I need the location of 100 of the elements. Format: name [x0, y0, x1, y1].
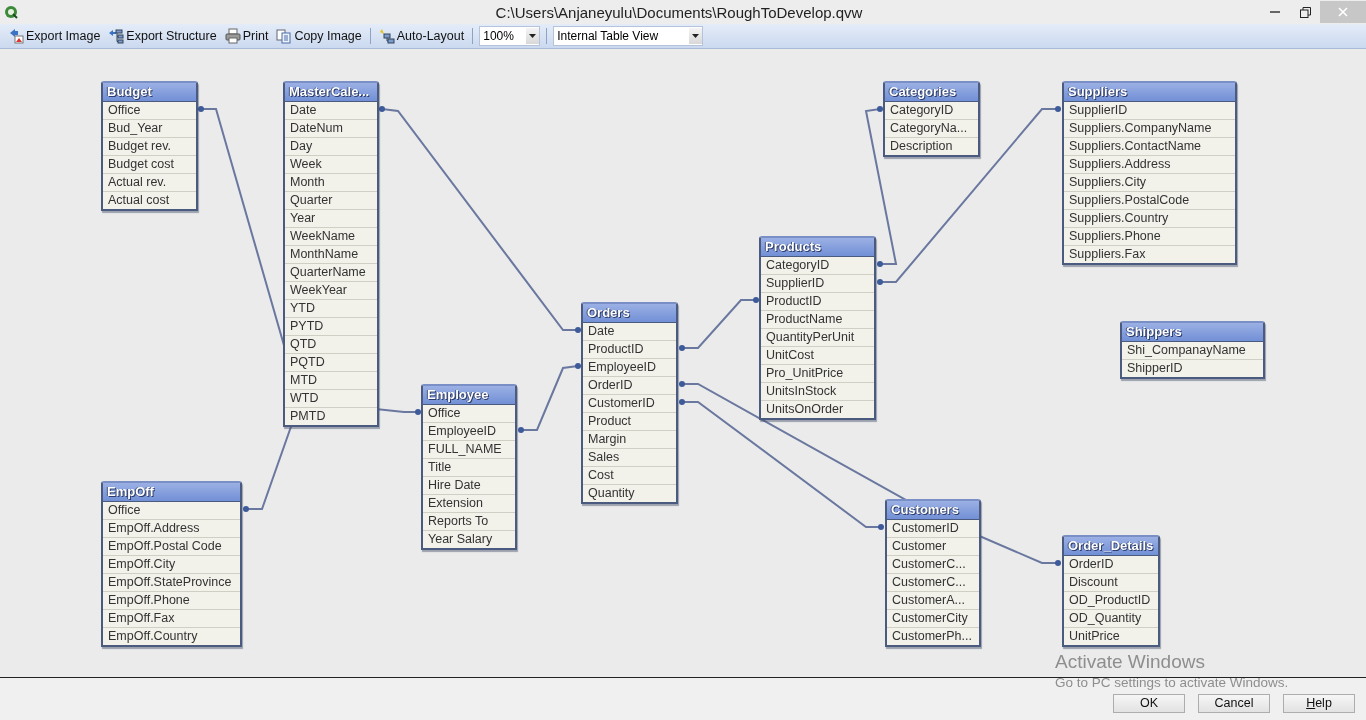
- field-row: Date: [583, 323, 676, 341]
- field-row: UnitsInStock: [761, 383, 874, 401]
- field-row: EmployeeID: [423, 423, 515, 441]
- app-logo-icon: [4, 5, 18, 19]
- table-title: EmpOff: [103, 483, 240, 502]
- field-row: DateNum: [285, 120, 377, 138]
- field-row: Pro_UnitPrice: [761, 365, 874, 383]
- field-row-text: Description: [889, 138, 954, 155]
- table-title: Budget: [103, 83, 196, 102]
- field-row: Date: [285, 102, 377, 120]
- table-title: Shippers: [1122, 323, 1263, 342]
- table-title: Customers: [887, 501, 979, 520]
- table-box[interactable]: Budget Office Bud_Year Budget rev. Budget cost Actual rev. Actual cost: [101, 81, 198, 211]
- field-row: PYTD: [285, 318, 377, 336]
- field-row: OrderID: [583, 377, 676, 395]
- table-box[interactable]: Categories CategoryID CategoryNa... Description: [883, 81, 980, 157]
- field-row-text: UnitsOnOrder: [765, 401, 845, 418]
- field-row: Year: [285, 210, 377, 228]
- field-row-text: CustomerPh...: [891, 628, 973, 645]
- field-row: UnitCost: [761, 347, 874, 365]
- toolbar-button[interactable]: Print: [222, 26, 271, 46]
- connector-line: [518, 363, 581, 433]
- table-title: Employee: [423, 386, 515, 405]
- field-row: Cost: [583, 467, 676, 485]
- field-row: PQTD: [285, 354, 377, 372]
- table-box[interactable]: MasterCale... Date DateNum Day Week Month Quarter Year WeekName MonthName QuarterName WeekYear YTD PYTD QTD PQTD MTD WTD PMTD: [283, 81, 379, 427]
- field-row: ProductID: [761, 293, 874, 311]
- toolbar-button[interactable]: Auto-Layout: [376, 26, 467, 46]
- activation-notice-title: Activate Windows: [1055, 651, 1206, 673]
- field-row: EmpOff.Address: [103, 520, 240, 538]
- field-row: EmpOff.Postal Code: [103, 538, 240, 556]
- field-row: Actual rev.: [103, 174, 196, 192]
- field-row: EmpOff.Fax: [103, 610, 240, 628]
- printer-icon: [224, 28, 241, 44]
- field-row: Product: [583, 413, 676, 431]
- field-row: SupplierID: [761, 275, 874, 293]
- field-row: Suppliers.Address: [1064, 156, 1235, 174]
- field-row: ProductName: [761, 311, 874, 329]
- field-row: EmployeeID: [583, 359, 676, 377]
- table-title: Suppliers: [1064, 83, 1235, 102]
- field-row-text: Year Salary: [427, 531, 494, 548]
- table-box[interactable]: Order_Details OrderID Discount OD_ProductID OD_Quantity UnitPrice: [1062, 535, 1160, 647]
- field-row: Customer: [887, 538, 979, 556]
- zoom-dropdown[interactable]: 100%: [479, 26, 541, 46]
- toolbar-button[interactable]: Export Structure: [106, 26, 219, 46]
- field-row: SupplierID: [1064, 102, 1235, 120]
- table-title: Order_Details: [1064, 537, 1158, 556]
- table-box[interactable]: EmpOff Office EmpOff.Address EmpOff.Postal Code EmpOff.City EmpOff.StateProvince EmpOff.Phone EmpOff.Fax EmpOff.Country: [101, 481, 242, 647]
- field-row: CustomerID: [887, 520, 979, 538]
- field-row: CustomerCity: [887, 610, 979, 628]
- field-row: EmpOff.City: [103, 556, 240, 574]
- field-row: Office: [423, 405, 515, 423]
- field-row-text: Actual cost: [107, 192, 171, 209]
- activation-notice-text: Go to PC settings to activate Windows.: [1055, 675, 1289, 690]
- table-title: Categories: [885, 83, 978, 102]
- field-row: FULL_NAME: [423, 441, 515, 459]
- field-row: Suppliers.PostalCode: [1064, 192, 1235, 210]
- field-row: Margin: [583, 431, 676, 449]
- field-row-text: PMTD: [289, 408, 327, 425]
- field-row: Budget cost: [103, 156, 196, 174]
- field-row-text: ShipperID: [1126, 360, 1184, 377]
- table-box[interactable]: Customers CustomerID Customer CustomerC... CustomerC... CustomerA... CustomerCity CustomerPh...: [885, 499, 981, 647]
- field-row-text: UnitPrice: [1068, 628, 1121, 645]
- table-box[interactable]: Suppliers SupplierID Suppliers.CompanyName Suppliers.ContactName Suppliers.Address Suppliers.City Suppliers.PostalCode Suppliers.Country Suppliers.Phone Suppliers.Fax: [1062, 81, 1237, 265]
- toolbar-button[interactable]: Export Image: [6, 26, 103, 46]
- view-dropdown[interactable]: Internal Table View: [553, 26, 704, 46]
- restore-icon: [1299, 6, 1311, 18]
- table-box[interactable]: Shippers Shi_CompanayName ShipperID: [1120, 321, 1265, 379]
- dialog-button[interactable]: OK: [1113, 693, 1185, 713]
- field-row: OD_ProductID: [1064, 592, 1158, 610]
- dialog-button[interactable]: Cancel: [1198, 693, 1270, 713]
- field-row-text: EmpOff.Country: [107, 628, 199, 645]
- field-row: Week: [285, 156, 377, 174]
- field-row: Suppliers.Country: [1064, 210, 1235, 228]
- dialog-button[interactable]: Help: [1283, 693, 1355, 713]
- field-row-text: Suppliers.Fax: [1068, 246, 1147, 263]
- field-row: Discount: [1064, 574, 1158, 592]
- field-row: CustomerID: [583, 395, 676, 413]
- window-title: C:\Users\Anjaneyulu\Documents\RoughToDevelop.qvw: [494, 3, 864, 21]
- field-row-text: Quantity: [587, 485, 636, 502]
- field-row: QTD: [285, 336, 377, 354]
- field-row: CategoryID: [885, 102, 978, 120]
- field-row: ProductID: [583, 341, 676, 359]
- dropdown-caret-icon: [692, 34, 700, 38]
- dropdown-caret-icon: [529, 34, 537, 38]
- field-row: QuarterName: [285, 264, 377, 282]
- table-box[interactable]: Products CategoryID SupplierID ProductID ProductName QuantityPerUnit UnitCost Pro_UnitPrice UnitsInStock UnitsOnOrder: [759, 236, 876, 420]
- field-row: CustomerC...: [887, 574, 979, 592]
- toolbar-button[interactable]: Copy Image: [274, 26, 364, 46]
- field-row: Quarter: [285, 192, 377, 210]
- field-row: QuantityPerUnit: [761, 329, 874, 347]
- table-box[interactable]: Employee Office EmployeeID FULL_NAME Title Hire Date Extension Reports To Year Salary: [421, 384, 517, 550]
- field-row: CategoryNa...: [885, 120, 978, 138]
- field-row: CustomerC...: [887, 556, 979, 574]
- field-row: WeekYear: [285, 282, 377, 300]
- copy-icon: [276, 28, 293, 44]
- field-row: Month: [285, 174, 377, 192]
- field-row: Hire Date: [423, 477, 515, 495]
- table-box[interactable]: Orders Date ProductID EmployeeID OrderID CustomerID Product Margin Sales Cost Quantity: [581, 302, 678, 504]
- field-row: Office: [103, 502, 240, 520]
